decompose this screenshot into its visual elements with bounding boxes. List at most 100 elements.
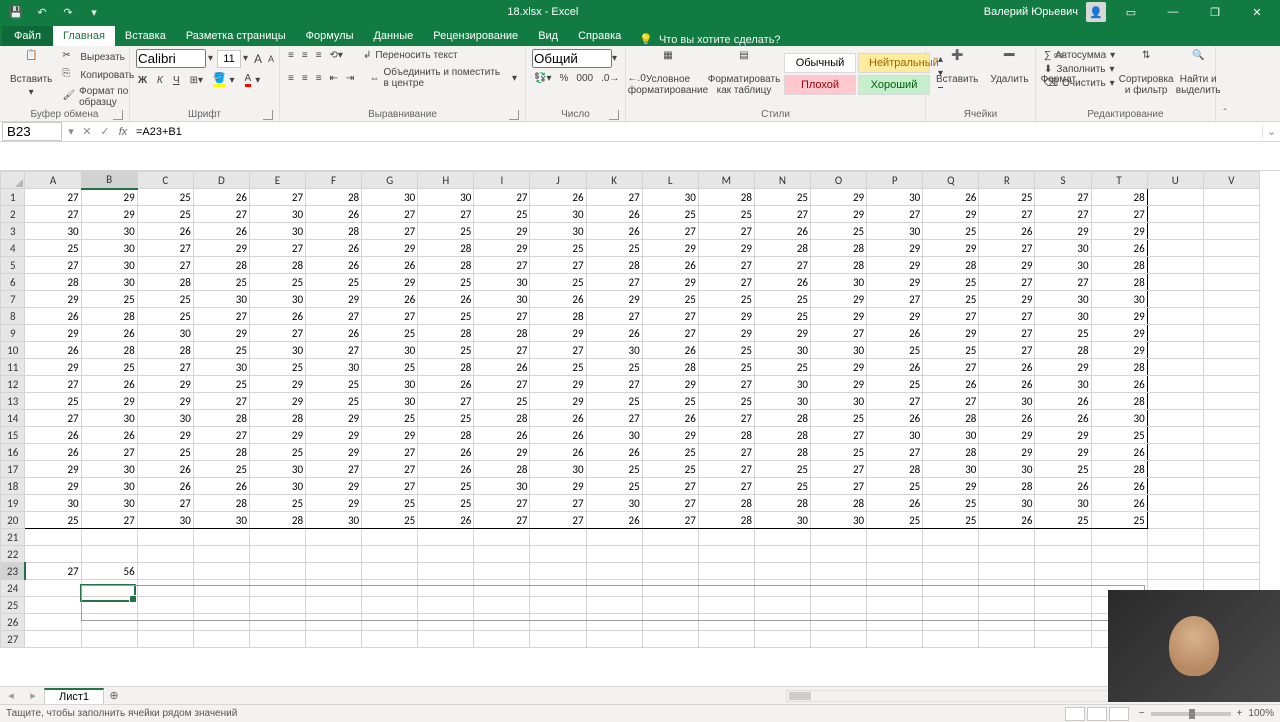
cell[interactable] — [642, 631, 698, 648]
cell[interactable]: 25 — [867, 478, 923, 495]
cell[interactable] — [867, 546, 923, 563]
cell[interactable]: 25 — [811, 223, 867, 240]
cell[interactable]: 27 — [193, 308, 249, 325]
cell[interactable]: 25 — [754, 308, 810, 325]
cell[interactable] — [1203, 410, 1259, 427]
cell[interactable]: 29 — [1091, 308, 1147, 325]
cell[interactable]: 29 — [193, 240, 249, 257]
cell[interactable]: 27 — [979, 240, 1035, 257]
cell[interactable] — [1203, 495, 1259, 512]
col-header-E[interactable]: E — [249, 172, 305, 189]
cell[interactable] — [362, 563, 418, 580]
cell[interactable]: 26 — [1035, 478, 1091, 495]
cell[interactable]: 26 — [362, 257, 418, 274]
cell[interactable]: 29 — [1091, 325, 1147, 342]
cell[interactable] — [867, 614, 923, 631]
cell[interactable] — [1147, 240, 1203, 257]
cell[interactable]: 25 — [81, 291, 137, 308]
user-avatar-icon[interactable]: 👤 — [1086, 2, 1106, 22]
cell[interactable]: 26 — [979, 359, 1035, 376]
cell[interactable]: 25 — [249, 495, 305, 512]
cell[interactable]: 25 — [137, 308, 193, 325]
cell[interactable]: 27 — [979, 342, 1035, 359]
cell[interactable] — [811, 563, 867, 580]
cell[interactable] — [811, 580, 867, 597]
cell[interactable] — [1035, 563, 1091, 580]
row-header-20[interactable]: 20 — [1, 512, 25, 529]
maximize-button[interactable]: ❐ — [1198, 0, 1232, 24]
cell[interactable]: 29 — [81, 393, 137, 410]
cell[interactable] — [362, 529, 418, 546]
cell[interactable]: 25 — [586, 478, 642, 495]
cell[interactable] — [1203, 308, 1259, 325]
cell[interactable] — [1147, 376, 1203, 393]
cell[interactable] — [1203, 291, 1259, 308]
cell[interactable] — [698, 563, 754, 580]
cell[interactable]: 28 — [811, 495, 867, 512]
cell[interactable]: 27 — [362, 206, 418, 223]
cell[interactable]: 27 — [137, 495, 193, 512]
cell[interactable]: 26 — [306, 325, 362, 342]
cell[interactable] — [418, 546, 474, 563]
cell[interactable]: 26 — [137, 223, 193, 240]
cell[interactable]: 27 — [698, 478, 754, 495]
cell[interactable]: 28 — [754, 240, 810, 257]
cell[interactable]: 27 — [530, 495, 586, 512]
cell[interactable] — [979, 631, 1035, 648]
cell[interactable] — [81, 597, 137, 614]
font-size-input[interactable] — [217, 50, 241, 68]
cell[interactable]: 30 — [1091, 410, 1147, 427]
cell[interactable]: 25 — [642, 206, 698, 223]
cell[interactable] — [1147, 359, 1203, 376]
cell[interactable] — [418, 614, 474, 631]
col-header-J[interactable]: J — [530, 172, 586, 189]
cell[interactable]: 28 — [923, 444, 979, 461]
cell[interactable]: 30 — [81, 240, 137, 257]
zoom-level[interactable]: 100% — [1248, 708, 1274, 719]
cell[interactable] — [979, 614, 1035, 631]
cell[interactable]: 30 — [249, 223, 305, 240]
cell[interactable]: 28 — [418, 427, 474, 444]
cell[interactable] — [979, 563, 1035, 580]
cell[interactable]: 25 — [586, 359, 642, 376]
cell[interactable]: 30 — [1035, 376, 1091, 393]
cell[interactable] — [586, 614, 642, 631]
cell[interactable]: 30 — [811, 512, 867, 529]
cell[interactable]: 28 — [137, 342, 193, 359]
cell[interactable]: 27 — [811, 461, 867, 478]
cell[interactable]: 29 — [698, 240, 754, 257]
row-header-12[interactable]: 12 — [1, 376, 25, 393]
cell[interactable]: 27 — [586, 189, 642, 206]
cell[interactable]: 28 — [306, 223, 362, 240]
cell[interactable] — [1203, 376, 1259, 393]
cell[interactable]: 30 — [474, 478, 530, 495]
cell[interactable]: 27 — [306, 308, 362, 325]
cell[interactable] — [867, 563, 923, 580]
cell[interactable] — [418, 563, 474, 580]
cell[interactable]: 30 — [530, 461, 586, 478]
cell[interactable] — [1203, 274, 1259, 291]
cell[interactable]: 29 — [867, 257, 923, 274]
cell[interactable]: 25 — [811, 410, 867, 427]
cell[interactable]: 29 — [1035, 427, 1091, 444]
wrap-text-button[interactable]: ↲Переносить текст — [361, 49, 460, 62]
row-header-9[interactable]: 9 — [1, 325, 25, 342]
cell[interactable] — [193, 529, 249, 546]
col-header-N[interactable]: N — [754, 172, 810, 189]
cell[interactable]: 26 — [25, 342, 81, 359]
row-header-6[interactable]: 6 — [1, 274, 25, 291]
row-header-27[interactable]: 27 — [1, 631, 25, 648]
cell[interactable]: 29 — [867, 240, 923, 257]
cell[interactable] — [306, 614, 362, 631]
cell[interactable]: 28 — [81, 342, 137, 359]
cell[interactable]: 29 — [25, 325, 81, 342]
cell[interactable]: 26 — [642, 342, 698, 359]
row-header-21[interactable]: 21 — [1, 529, 25, 546]
cell[interactable]: 27 — [642, 223, 698, 240]
cell[interactable]: 25 — [923, 274, 979, 291]
cell[interactable]: 28 — [530, 308, 586, 325]
cell[interactable] — [923, 529, 979, 546]
cell[interactable] — [474, 563, 530, 580]
sheet-tab-active[interactable]: Лист1 — [44, 688, 104, 704]
cell[interactable]: 25 — [137, 291, 193, 308]
